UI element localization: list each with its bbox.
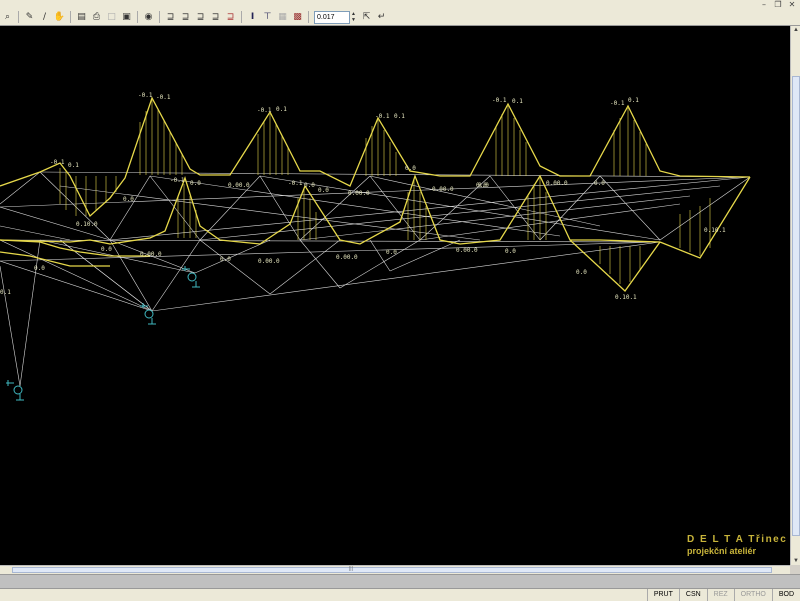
horizontal-scrollbar[interactable]: ||| (0, 565, 790, 574)
label-right-2: 0.10.1 (615, 294, 637, 301)
label-upper-val-2: 0.00.0 (348, 190, 370, 197)
label-lower-val-4: 0.00.0 (258, 258, 280, 265)
toolbar-separator (18, 11, 19, 23)
scroll-grip-icon: ||| (349, 566, 353, 572)
zoom-scale-spinner[interactable]: ▲ ▼ (351, 11, 357, 23)
support-mid-upper (182, 266, 200, 288)
toolbar-separator (241, 11, 242, 23)
hand-icon[interactable]: ✋ (53, 11, 66, 24)
pointer-icon[interactable]: ↵ (375, 11, 388, 24)
label-peak-4b: 0.1 (512, 98, 523, 105)
label-mid-2: -0.1 (288, 180, 303, 187)
horizontal-scroll-thumb[interactable] (12, 567, 772, 573)
restore-icon[interactable]: ❐ (774, 0, 782, 9)
supports (6, 266, 200, 401)
beam-i-icon[interactable]: I (246, 11, 259, 24)
window-controls: – ❐ ✕ (760, 0, 796, 9)
label-lower-val-3: 0.0 (220, 256, 231, 263)
label-lower-val-2: 0.00.0 (140, 251, 162, 258)
pencil-icon[interactable]: ✎ (23, 11, 36, 24)
structure-drawing: -0.1 -0.1 -0.1 0.1 -0.1 0.1 -0.1 0.1 -0.… (0, 92, 751, 401)
command-area (0, 574, 800, 588)
section-5-icon[interactable]: ⊒ (224, 11, 237, 24)
label-left-top-b: 0.1 (68, 162, 79, 169)
layers-icon[interactable]: ▣ (120, 11, 133, 24)
close-icon[interactable]: ✕ (788, 0, 796, 9)
label-upper-val-7: 0.0 (123, 196, 134, 203)
label-left-mid: 0.10.0 (76, 221, 98, 228)
vertical-scroll-thumb[interactable] (792, 76, 800, 536)
label-peak-2: -0.1 (257, 107, 272, 114)
label-upper-val-3: 0.00.0 (432, 186, 454, 193)
section-2-icon[interactable]: ⊒ (179, 11, 192, 24)
scale-icon[interactable]: ⇱ (360, 11, 373, 24)
label-lower-val-5: 0.0 (386, 249, 397, 256)
label-peak-5b: 0.1 (628, 97, 639, 104)
brand-name: D E L T A Třinec (687, 534, 788, 545)
label-mid-1: -0.1 (170, 177, 185, 184)
status-bar: PRUT CSN REZ ORTHO BOD (0, 588, 800, 601)
toolbar-separator (70, 11, 71, 23)
label-x-0: 0.0 (318, 187, 329, 194)
status-prut[interactable]: PRUT (646, 589, 679, 601)
label-left-edge-2: 0.1 (0, 289, 11, 296)
company-brand: D E L T A Třinec projekční ateliér (687, 534, 787, 556)
label-peak-3b: 0.1 (394, 113, 405, 120)
section-1-icon[interactable]: ⊒ (164, 11, 177, 24)
label-mid-2b: 0.0 (304, 182, 315, 189)
scroll-up-icon[interactable]: ▲ (792, 26, 800, 34)
toolbar: ⌕ ✎ ∕ ✋ ▤ ⎙ □ ▣ ◉ ⊒ ⊒ ⊒ ⊒ ⊒ I ⊤ ▦ ▩ 0.01… (0, 9, 800, 26)
support-left-bottom (6, 380, 24, 401)
toolbar-separator (137, 11, 138, 23)
label-lower-val-1: 0.0 (101, 246, 112, 253)
label-peak-1b: -0.1 (156, 94, 171, 101)
status-csn[interactable]: CSN (678, 589, 707, 601)
label-lower-val-8: 0.0 (576, 269, 587, 276)
label-peak-2b: 0.1 (276, 106, 287, 113)
printer-icon[interactable]: ⎙ (90, 11, 103, 24)
view-icon[interactable]: ◉ (142, 11, 155, 24)
label-right-3: 0.0 (478, 182, 489, 189)
line-icon[interactable]: ∕ (38, 11, 51, 24)
minimize-icon[interactable]: – (760, 0, 768, 9)
label-left-edge-1: 0.0 (34, 265, 45, 272)
section-4-icon[interactable]: ⊒ (209, 11, 222, 24)
label-mid-1b: 0.0 (190, 180, 201, 187)
label-peak-5: -0.1 (610, 100, 625, 107)
section-3-icon[interactable]: ⊒ (194, 11, 207, 24)
status-rez[interactable]: REZ (706, 589, 734, 601)
zoom-scale-input[interactable]: 0.017 (314, 10, 350, 24)
beam-t-icon[interactable]: ⊤ (261, 11, 274, 24)
label-right-1: 0.10.1 (704, 227, 726, 234)
vertical-scrollbar[interactable]: ▲ ▼ (790, 26, 800, 565)
hatch-icon[interactable]: ▩ (291, 11, 304, 24)
zoom-icon[interactable]: ⌕ (1, 11, 14, 24)
brand-subtitle: projekční ateliér (687, 546, 757, 556)
label-peak-4: -0.1 (492, 97, 507, 104)
label-upper-val-1: 0.00.0 (228, 182, 250, 189)
print-icon[interactable]: ▤ (75, 11, 88, 24)
truss-members (0, 171, 751, 387)
label-upper-val-6: 0.0 (594, 180, 605, 187)
status-ortho[interactable]: ORTHO (733, 589, 772, 601)
label-lower-val-7: 0.0 (505, 248, 516, 255)
status-bod[interactable]: BOD (771, 589, 800, 601)
label-left-top: -0.1 (50, 159, 65, 166)
grid-icon[interactable]: ▦ (276, 11, 289, 24)
label-peak-3: -0.1 (375, 113, 390, 120)
label-mid-3: 0.0 (405, 165, 416, 172)
label-upper-val-5: 0.00.0 (546, 180, 568, 187)
toolbar-separator (308, 11, 309, 23)
drawing-canvas[interactable]: -0.1 -0.1 -0.1 0.1 -0.1 0.1 -0.1 0.1 -0.… (0, 26, 790, 565)
scroll-down-icon[interactable]: ▼ (792, 557, 800, 565)
label-lower-val-6: 0.00.0 (336, 254, 358, 261)
page-icon[interactable]: □ (105, 11, 118, 24)
label-lower-val-9: 0.00.0 (456, 247, 478, 254)
label-peak-1: -0.1 (138, 92, 153, 99)
support-mid-lower (140, 303, 156, 325)
toolbar-separator (159, 11, 160, 23)
